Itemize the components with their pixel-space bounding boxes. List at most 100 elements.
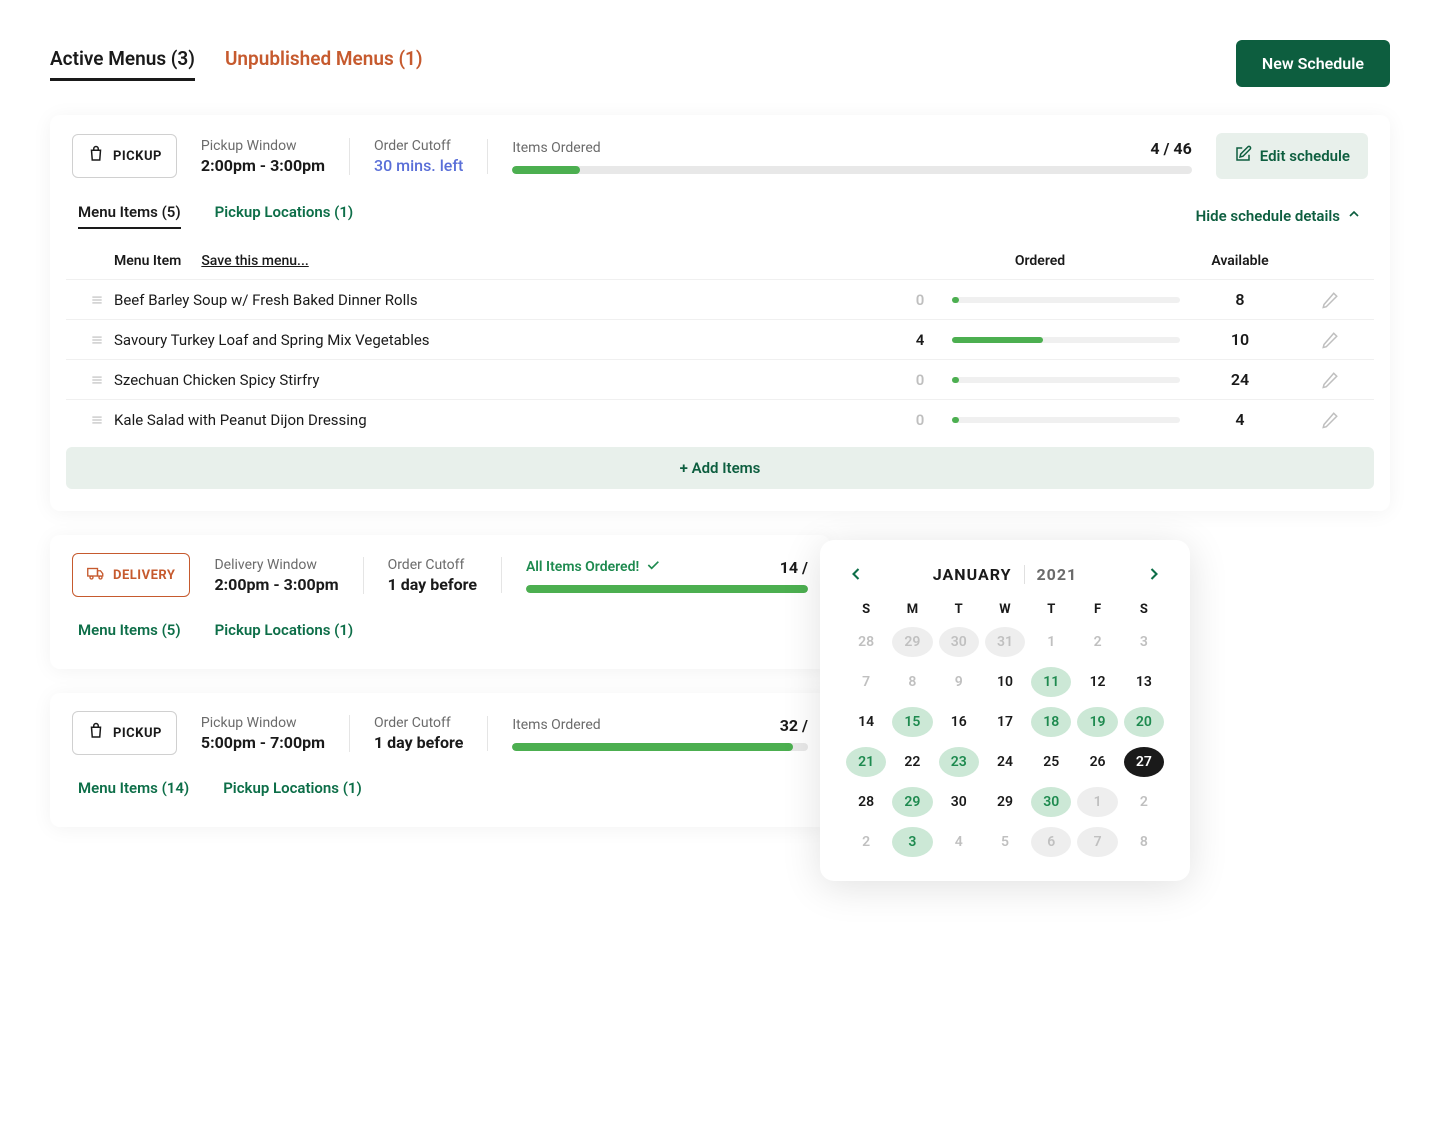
tab-active-menus[interactable]: Active Menus (3): [50, 47, 195, 81]
subnav-menu-items[interactable]: Menu Items (14): [78, 779, 189, 803]
ordered-value: 4: [900, 331, 940, 349]
window-value: 2:00pm - 3:00pm: [201, 156, 325, 175]
calendar-day[interactable]: 30: [939, 627, 979, 657]
ordered-cell: 4: [900, 331, 1180, 349]
calendar-title: JANUARY 2021: [933, 565, 1077, 584]
calendar-day[interactable]: 17: [985, 707, 1025, 737]
drag-handle-icon[interactable]: [80, 293, 114, 307]
ordered-value: 0: [900, 371, 940, 389]
ordered-bar: [952, 377, 1180, 383]
calendar-day[interactable]: 1: [1077, 787, 1117, 817]
ordered-cell: 0: [900, 411, 1180, 429]
calendar-day[interactable]: 14: [846, 707, 886, 737]
calendar-day[interactable]: 12: [1077, 667, 1117, 697]
calendar-day[interactable]: 9: [939, 667, 979, 697]
subnav-pickup-locations[interactable]: Pickup Locations (1): [215, 203, 354, 229]
calendar-day[interactable]: 30: [1031, 787, 1071, 817]
ordered-bar: [952, 337, 1180, 343]
ordered-bar: [952, 297, 1180, 303]
schedule-summary: PICKUP Pickup Window 5:00pm - 7:00pm Ord…: [50, 693, 830, 771]
calendar-day[interactable]: 18: [1031, 707, 1071, 737]
items-ordered-block: All Items Ordered! 14 /: [501, 557, 808, 593]
calendar-day[interactable]: 25: [1031, 747, 1071, 777]
calendar-day[interactable]: 2: [1077, 627, 1117, 657]
calendar-day[interactable]: 20: [1124, 707, 1164, 737]
edit-row-icon[interactable]: [1300, 331, 1360, 349]
calendar-day[interactable]: 8: [1124, 827, 1164, 857]
calendar-day[interactable]: 30: [939, 787, 979, 817]
ordered-value: 0: [900, 411, 940, 429]
drag-handle-icon[interactable]: [80, 373, 114, 387]
calendar-day[interactable]: 29: [892, 627, 932, 657]
calendar-day[interactable]: 16: [939, 707, 979, 737]
calendar-day[interactable]: 4: [939, 827, 979, 857]
items-ordered-count: 4 / 46: [1150, 139, 1191, 158]
calendar-day[interactable]: 7: [1077, 827, 1117, 857]
calendar-next-button[interactable]: [1144, 564, 1164, 584]
calendar-day[interactable]: 3: [892, 827, 932, 857]
calendar-day[interactable]: 6: [1031, 827, 1071, 857]
calendar-day[interactable]: 31: [985, 627, 1025, 657]
table-row: Szechuan Chicken Spicy Stirfry024: [66, 359, 1374, 399]
edit-row-icon[interactable]: [1300, 411, 1360, 429]
add-items-button[interactable]: + Add Items: [66, 447, 1374, 489]
calendar-day[interactable]: 15: [892, 707, 932, 737]
cutoff-info: Order Cutoff 1 day before: [363, 557, 477, 594]
calendar-prev-button[interactable]: [846, 564, 866, 584]
table-row: Beef Barley Soup w/ Fresh Baked Dinner R…: [66, 279, 1374, 319]
calendar-day[interactable]: 28: [846, 787, 886, 817]
calendar-day[interactable]: 23: [939, 747, 979, 777]
subnav-menu-items[interactable]: Menu Items (5): [78, 203, 181, 229]
badge-label: DELIVERY: [113, 568, 175, 583]
calendar-day[interactable]: 26: [1077, 747, 1117, 777]
subnav-pickup-locations[interactable]: Pickup Locations (1): [223, 779, 362, 803]
calendar-day[interactable]: 24: [985, 747, 1025, 777]
calendar-day[interactable]: 29: [985, 787, 1025, 817]
edit-schedule-button[interactable]: Edit schedule: [1216, 133, 1368, 179]
calendar-day[interactable]: 19: [1077, 707, 1117, 737]
calendar-dow: W: [985, 602, 1025, 617]
progress-fill: [512, 743, 793, 751]
check-icon: [645, 557, 661, 577]
delivery-badge: DELIVERY: [72, 553, 190, 597]
menu-items-table: Menu Item Save this menu... Ordered Avai…: [50, 243, 1390, 439]
calendar-day[interactable]: 29: [892, 787, 932, 817]
edit-row-icon[interactable]: [1300, 371, 1360, 389]
hide-schedule-details[interactable]: Hide schedule details: [1196, 206, 1362, 226]
calendar-day[interactable]: 8: [892, 667, 932, 697]
calendar-day[interactable]: 11: [1031, 667, 1071, 697]
window-label: Delivery Window: [214, 557, 338, 573]
calendar-day[interactable]: 7: [846, 667, 886, 697]
items-ordered-count: 32 /: [780, 716, 808, 735]
new-schedule-button[interactable]: New Schedule: [1236, 40, 1390, 87]
subnav-menu-items[interactable]: Menu Items (5): [78, 621, 181, 645]
calendar-day[interactable]: 21: [846, 747, 886, 777]
calendar-day[interactable]: 28: [846, 627, 886, 657]
items-ordered-count: 14 /: [780, 558, 808, 577]
progress-fill: [526, 585, 808, 593]
calendar-day[interactable]: 22: [892, 747, 932, 777]
calendar-day[interactable]: 1: [1031, 627, 1071, 657]
drag-handle-icon[interactable]: [80, 333, 114, 347]
table-row: Kale Salad with Peanut Dijon Dressing04: [66, 399, 1374, 439]
calendar-day[interactable]: 10: [985, 667, 1025, 697]
ordered-cell: 0: [900, 371, 1180, 389]
calendar-day[interactable]: 27: [1124, 747, 1164, 777]
hide-details-label: Hide schedule details: [1196, 207, 1340, 225]
calendar-day[interactable]: 3: [1124, 627, 1164, 657]
window-label: Pickup Window: [201, 715, 325, 731]
progress-fill: [512, 166, 580, 174]
save-menu-link[interactable]: Save this menu...: [201, 253, 308, 269]
calendar-day[interactable]: 2: [846, 827, 886, 857]
calendar-day[interactable]: 13: [1124, 667, 1164, 697]
calendar-day[interactable]: 5: [985, 827, 1025, 857]
menu-item-name: Beef Barley Soup w/ Fresh Baked Dinner R…: [114, 291, 900, 309]
drag-handle-icon[interactable]: [80, 413, 114, 427]
edit-row-icon[interactable]: [1300, 291, 1360, 309]
subnav-pickup-locations[interactable]: Pickup Locations (1): [215, 621, 354, 645]
chevron-up-icon: [1346, 206, 1362, 226]
calendar-day[interactable]: 2: [1124, 787, 1164, 817]
tab-unpublished-menus[interactable]: Unpublished Menus (1): [225, 47, 423, 81]
bag-icon: [87, 145, 105, 167]
th-ordered: Ordered: [900, 253, 1180, 269]
